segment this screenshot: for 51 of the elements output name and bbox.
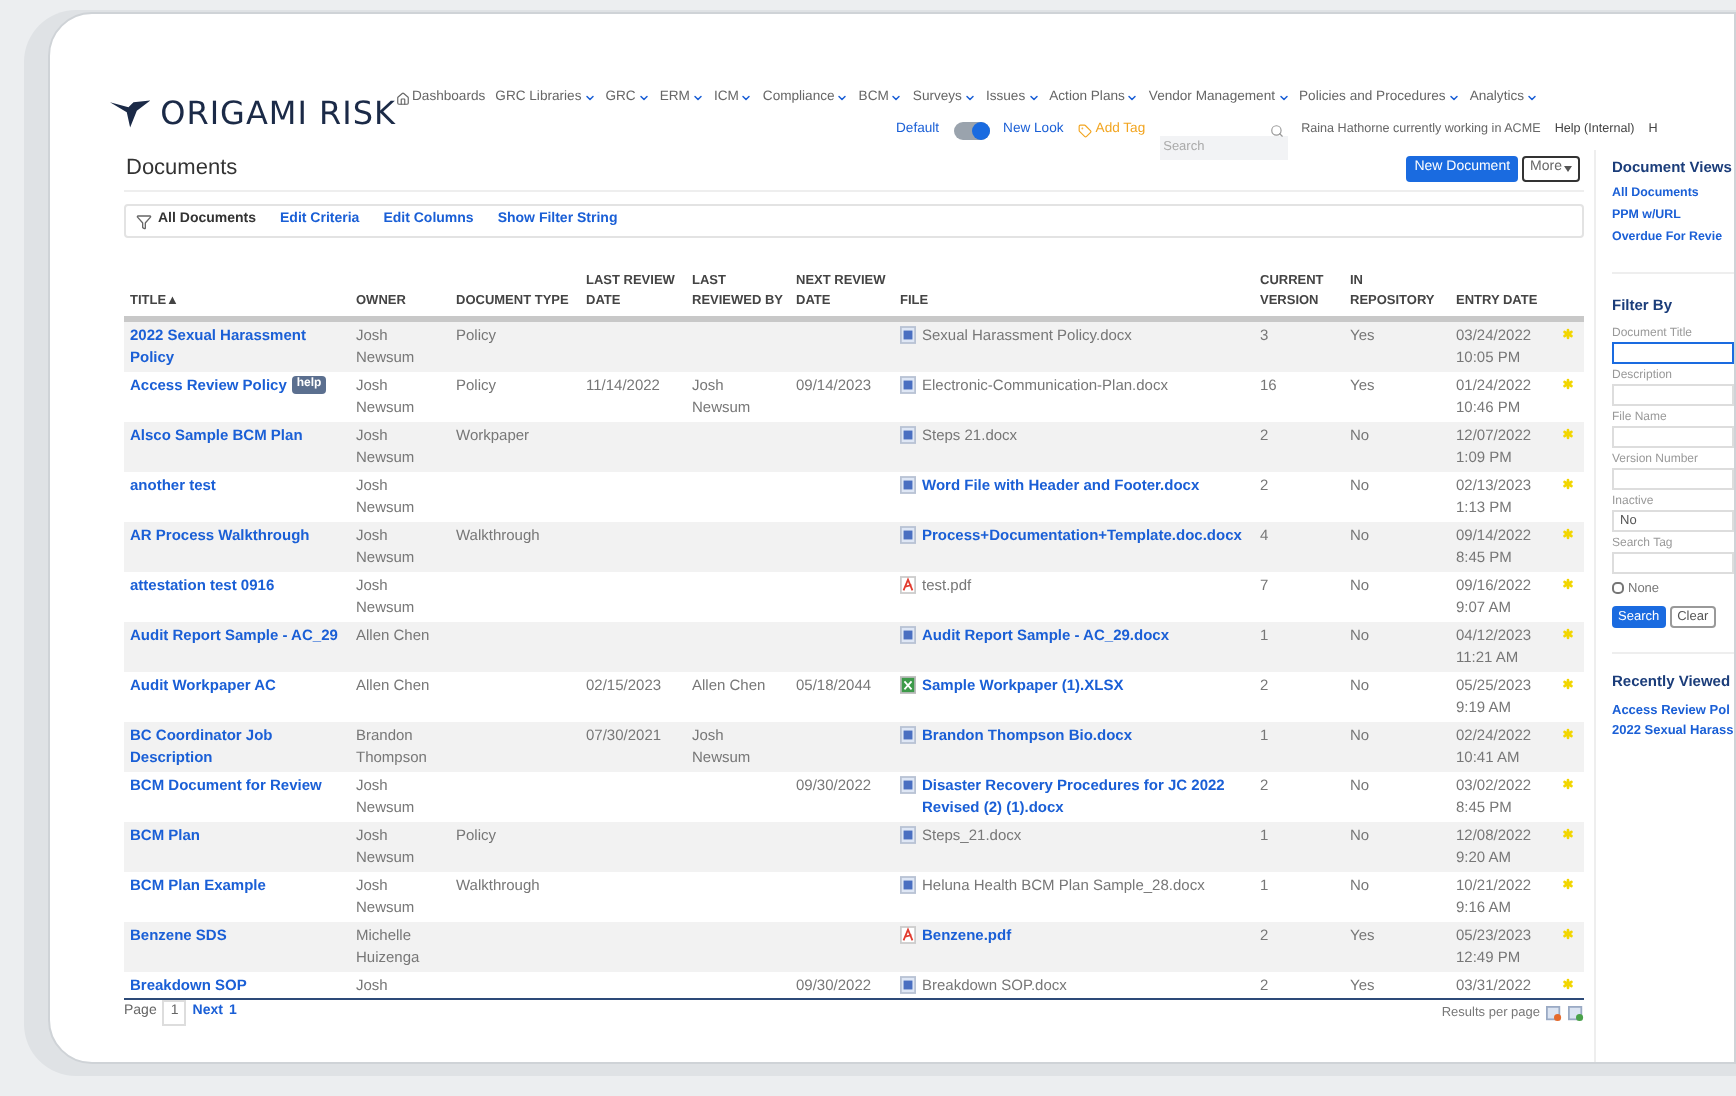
document-icon xyxy=(900,526,916,544)
document-icon xyxy=(900,376,916,394)
asterisk-icon xyxy=(1560,526,1576,542)
chevron-icon xyxy=(691,92,704,104)
home-icon xyxy=(396,91,410,105)
chevron-icon xyxy=(1526,92,1539,104)
chevron-icon xyxy=(836,92,849,104)
logo-text: ORIGAMI RISK xyxy=(160,92,396,136)
document-icon xyxy=(900,876,916,894)
asterisk-icon xyxy=(1560,626,1576,642)
sheet-icon[interactable] xyxy=(1546,1005,1562,1021)
asterisk-icon xyxy=(1560,826,1576,842)
logo-icon xyxy=(110,98,151,130)
document-icon xyxy=(900,326,916,344)
search-icon xyxy=(1269,123,1284,137)
document-icon xyxy=(900,726,916,744)
asterisk-icon xyxy=(1560,476,1576,492)
document-icon xyxy=(900,476,916,494)
asterisk-icon xyxy=(1560,876,1576,892)
new-look-toggle[interactable] xyxy=(953,121,990,139)
pdf-icon xyxy=(900,926,916,944)
caret-icon xyxy=(1564,165,1572,171)
asterisk-icon xyxy=(1560,926,1576,942)
document-icon xyxy=(900,826,916,844)
chevron-icon xyxy=(637,92,650,104)
asterisk-icon xyxy=(1560,676,1576,692)
chevron-icon xyxy=(1277,92,1290,104)
chevron-icon xyxy=(583,92,596,104)
asterisk-icon xyxy=(1560,576,1576,592)
asterisk-icon xyxy=(1560,776,1576,792)
page-title: Documents xyxy=(124,153,238,184)
asterisk-icon xyxy=(1560,376,1576,392)
chevron-icon xyxy=(1126,92,1139,104)
tag-icon xyxy=(1077,123,1092,137)
chevron-icon xyxy=(890,92,903,104)
chevron-icon xyxy=(1027,92,1040,104)
asterisk-icon xyxy=(1560,326,1576,342)
document-icon xyxy=(900,776,916,794)
asterisk-icon xyxy=(1560,726,1576,742)
chevron-icon xyxy=(740,92,753,104)
document-icon xyxy=(900,426,916,444)
document-icon xyxy=(900,976,916,994)
chevron-icon xyxy=(963,92,976,104)
none-checkbox[interactable] xyxy=(1612,582,1624,595)
sheet-icon[interactable] xyxy=(1568,1005,1584,1021)
document-icon xyxy=(900,626,916,644)
chevron-icon xyxy=(1447,92,1460,104)
asterisk-icon xyxy=(1560,976,1576,992)
filter-icon xyxy=(136,213,152,229)
asterisk-icon xyxy=(1560,426,1576,442)
input-field[interactable] xyxy=(1612,341,1734,363)
